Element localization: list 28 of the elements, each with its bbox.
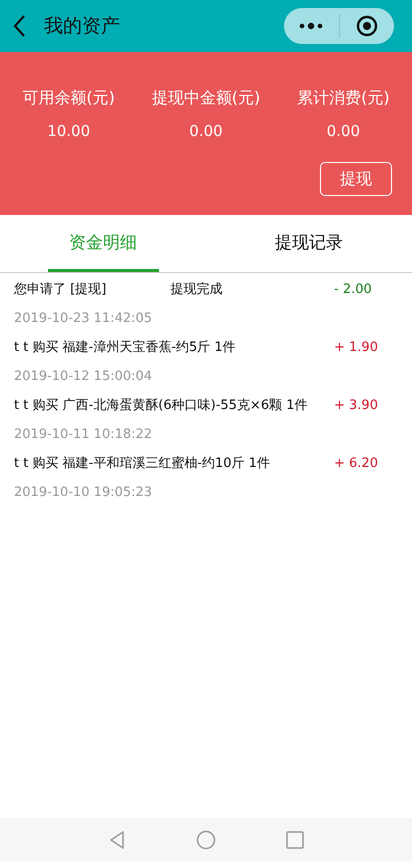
record-description: 您申请了 [提现] <box>14 281 106 298</box>
record-status: 提现完成 <box>170 281 222 298</box>
record-amount: + 6.20 <box>334 456 379 470</box>
back-icon[interactable] <box>12 14 26 38</box>
home-nav-icon[interactable] <box>196 830 216 850</box>
page-title: 我的资产 <box>44 14 121 39</box>
record-description: t t 购买 广西-北海蛋黄酥(6种口味)-55克×6颗 1件 <box>14 397 308 414</box>
summary-value: 10.00 <box>47 122 90 140</box>
summary-label: 累计消费(元) <box>297 88 390 109</box>
record-time: 2019-10-10 19:05:23 <box>14 484 152 500</box>
record-description: t t 购买 福建-漳州天宝香蕉-约5斤 1件 <box>14 339 236 356</box>
withdraw-button[interactable]: 提现 <box>320 162 392 196</box>
record-amount: + 3.90 <box>334 398 379 412</box>
record-time: 2019-10-11 10:18:22 <box>14 426 152 442</box>
record-time: 2019-10-12 15:00:04 <box>14 368 152 384</box>
summary-value: 0.00 <box>326 122 360 140</box>
back-nav-icon[interactable] <box>108 830 126 850</box>
record-description: t t 购买 福建-平和琯溪三红蜜柚-约10斤 1件 <box>14 455 270 472</box>
more-icon[interactable] <box>298 22 324 30</box>
tab[interactable]: 资金明细 <box>48 215 158 272</box>
recent-apps-icon[interactable] <box>286 830 304 848</box>
record-amount: + 1.90 <box>334 340 379 354</box>
tab[interactable]: 提现记录 <box>254 215 364 272</box>
summary-label: 可用余额(元) <box>22 88 115 109</box>
record-time: 2019-10-23 11:42:05 <box>14 310 152 326</box>
record-amount: - 2.00 <box>334 282 373 296</box>
summary-value: 0.00 <box>189 122 223 140</box>
summary-label: 提现中金额(元) <box>152 88 260 109</box>
